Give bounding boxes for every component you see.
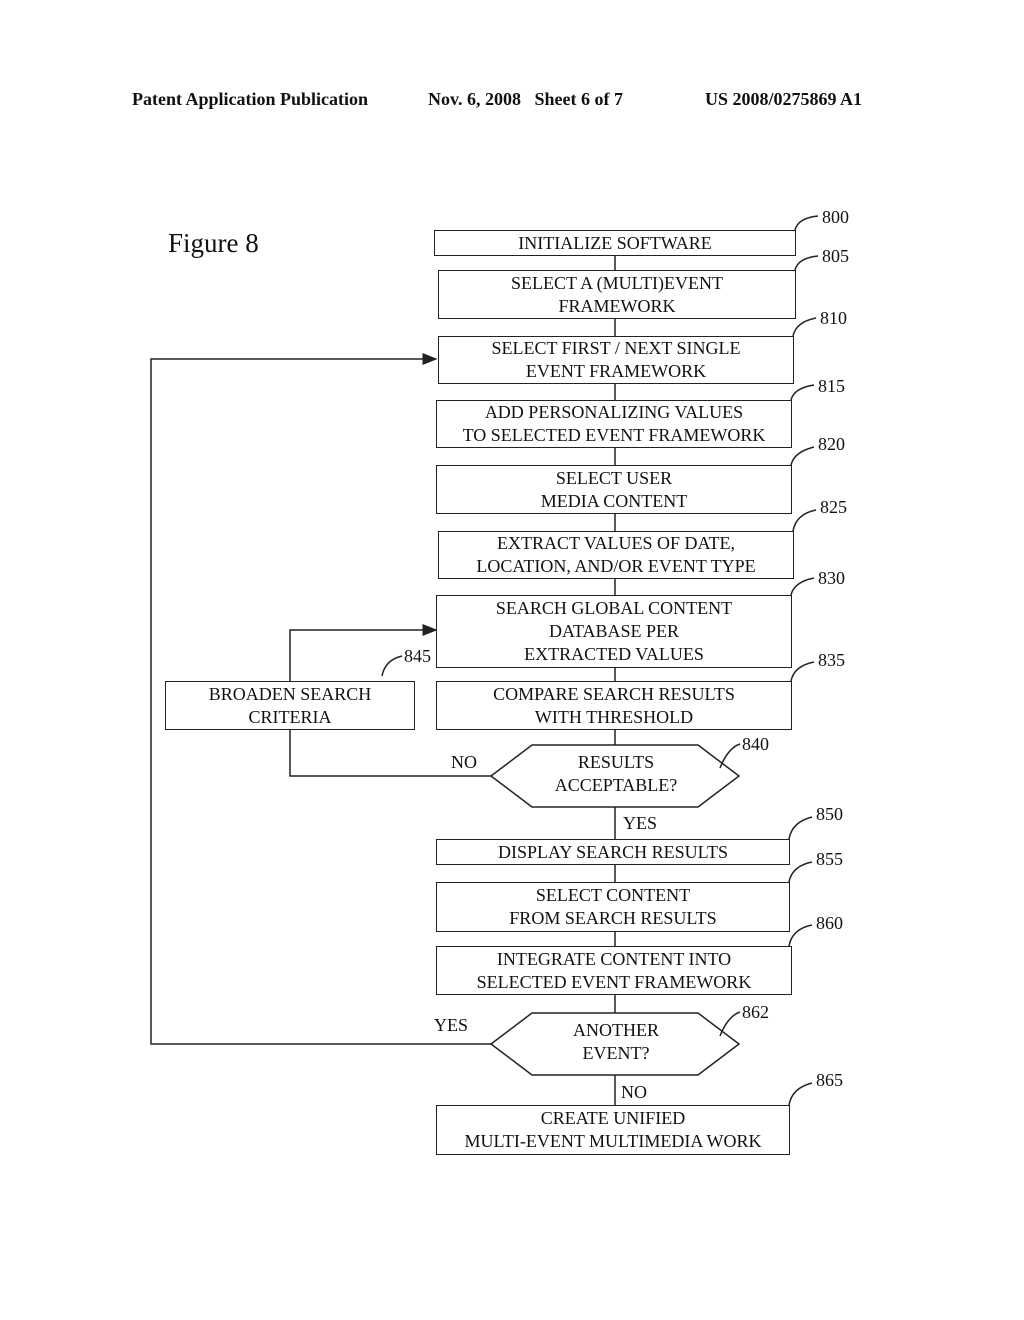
step-835-compare-results: COMPARE SEARCH RESULTS WITH THRESHOLD [436, 681, 792, 730]
ref-840: 840 [742, 734, 769, 754]
ref-860: 860 [816, 913, 843, 933]
decision-862-line-1: ANOTHER [573, 1020, 659, 1040]
step-845-broaden-search: BROADEN SEARCH CRITERIA [165, 681, 415, 730]
step-810-line-2: EVENT FRAMEWORK [525, 361, 707, 381]
step-805-select-framework: SELECT A (MULTI)EVENT FRAMEWORK [438, 270, 796, 319]
leader-850 [788, 816, 813, 840]
step-830-line-1: SEARCH GLOBAL CONTENT [495, 598, 733, 618]
step-830-search-global-content: SEARCH GLOBAL CONTENT DATABASE PER EXTRA… [436, 595, 792, 668]
leader-825 [792, 509, 817, 532]
leader-810 [792, 317, 817, 337]
ref-820: 820 [818, 434, 845, 454]
ref-800: 800 [822, 207, 849, 227]
ref-855: 855 [816, 849, 843, 869]
step-815-line-1: ADD PERSONALIZING VALUES [484, 402, 744, 422]
leader-815 [790, 384, 815, 401]
step-815-add-personalizing-values: ADD PERSONALIZING VALUES TO SELECTED EVE… [436, 400, 792, 448]
ref-805: 805 [822, 246, 849, 266]
step-810-line-1: SELECT FIRST / NEXT SINGLE [491, 338, 741, 358]
decision-840-line-2: ACCEPTABLE? [554, 775, 678, 795]
step-805-line-2: FRAMEWORK [558, 295, 676, 316]
step-800-text: INITIALIZE SOFTWARE [518, 232, 712, 253]
step-820-select-user-media: SELECT USER MEDIA CONTENT [436, 465, 792, 514]
ref-862: 862 [742, 1002, 769, 1022]
decision-840-text: RESULTS ACCEPTABLE? [532, 751, 700, 797]
decision-862-no-label: NO [621, 1082, 647, 1102]
step-860-line-1: INTEGRATE CONTENT INTO [496, 948, 732, 969]
step-835-line-2: WITH THRESHOLD [534, 706, 694, 727]
leader-860 [788, 924, 813, 947]
leader-830 [790, 577, 815, 596]
step-820-line-2: MEDIA CONTENT [540, 490, 688, 511]
step-825-line-1: EXTRACT VALUES OF DATE, [496, 533, 736, 553]
decision-862-text: ANOTHER EVENT? [532, 1019, 700, 1065]
leader-820 [790, 446, 815, 466]
step-865-create-unified-work: CREATE UNIFIED MULTI-EVENT MULTIMEDIA WO… [436, 1105, 790, 1155]
step-860-integrate-content: INTEGRATE CONTENT INTO SELECTED EVENT FR… [436, 946, 792, 995]
step-845-line-1: BROADEN SEARCH [208, 683, 372, 704]
ref-865: 865 [816, 1070, 843, 1090]
step-850-display-results: DISPLAY SEARCH RESULTS [436, 839, 790, 865]
ref-810: 810 [820, 308, 847, 328]
ref-825: 825 [820, 497, 847, 517]
decision-862-yes-label: YES [434, 1015, 469, 1035]
ref-835: 835 [818, 650, 845, 670]
step-830-line-3: EXTRACTED VALUES [524, 644, 704, 664]
step-830-line-2: DATABASE PER [548, 621, 680, 641]
leader-835 [790, 661, 815, 682]
leader-805 [794, 255, 819, 271]
step-805-line-1: SELECT A (MULTI)EVENT [511, 272, 723, 293]
ref-815: 815 [818, 376, 845, 396]
leader-800 [794, 215, 819, 231]
decision-840-yes-label: YES [623, 813, 658, 833]
step-855-select-content: SELECT CONTENT FROM SEARCH RESULTS [436, 882, 790, 932]
leader-855 [788, 861, 813, 883]
step-865-line-2: MULTI-EVENT MULTIMEDIA WORK [464, 1131, 762, 1151]
step-825-line-2: LOCATION, AND/OR EVENT TYPE [476, 556, 756, 576]
leader-865 [788, 1082, 813, 1106]
step-855-line-1: SELECT CONTENT [535, 885, 691, 905]
step-820-line-1: SELECT USER [555, 467, 673, 488]
leader-845 [381, 655, 403, 677]
decision-840-line-1: RESULTS [577, 752, 655, 772]
ref-850: 850 [816, 804, 843, 824]
step-865-line-1: CREATE UNIFIED [540, 1108, 686, 1128]
step-815-line-2: TO SELECTED EVENT FRAMEWORK [462, 425, 766, 445]
decision-840-no-label: NO [451, 752, 477, 772]
step-835-line-1: COMPARE SEARCH RESULTS [493, 683, 735, 704]
step-825-extract-values: EXTRACT VALUES OF DATE, LOCATION, AND/OR… [438, 531, 794, 579]
ref-845: 845 [404, 646, 431, 666]
step-850-text: DISPLAY SEARCH RESULTS [497, 841, 729, 862]
step-845-line-2: CRITERIA [248, 706, 332, 727]
step-855-line-2: FROM SEARCH RESULTS [509, 908, 717, 928]
decision-862-line-2: EVENT? [582, 1043, 650, 1063]
step-800-initialize-software: INITIALIZE SOFTWARE [434, 230, 796, 256]
ref-830: 830 [818, 568, 845, 588]
step-810-select-single-event: SELECT FIRST / NEXT SINGLE EVENT FRAMEWO… [438, 336, 794, 384]
step-860-line-2: SELECTED EVENT FRAMEWORK [476, 971, 752, 992]
